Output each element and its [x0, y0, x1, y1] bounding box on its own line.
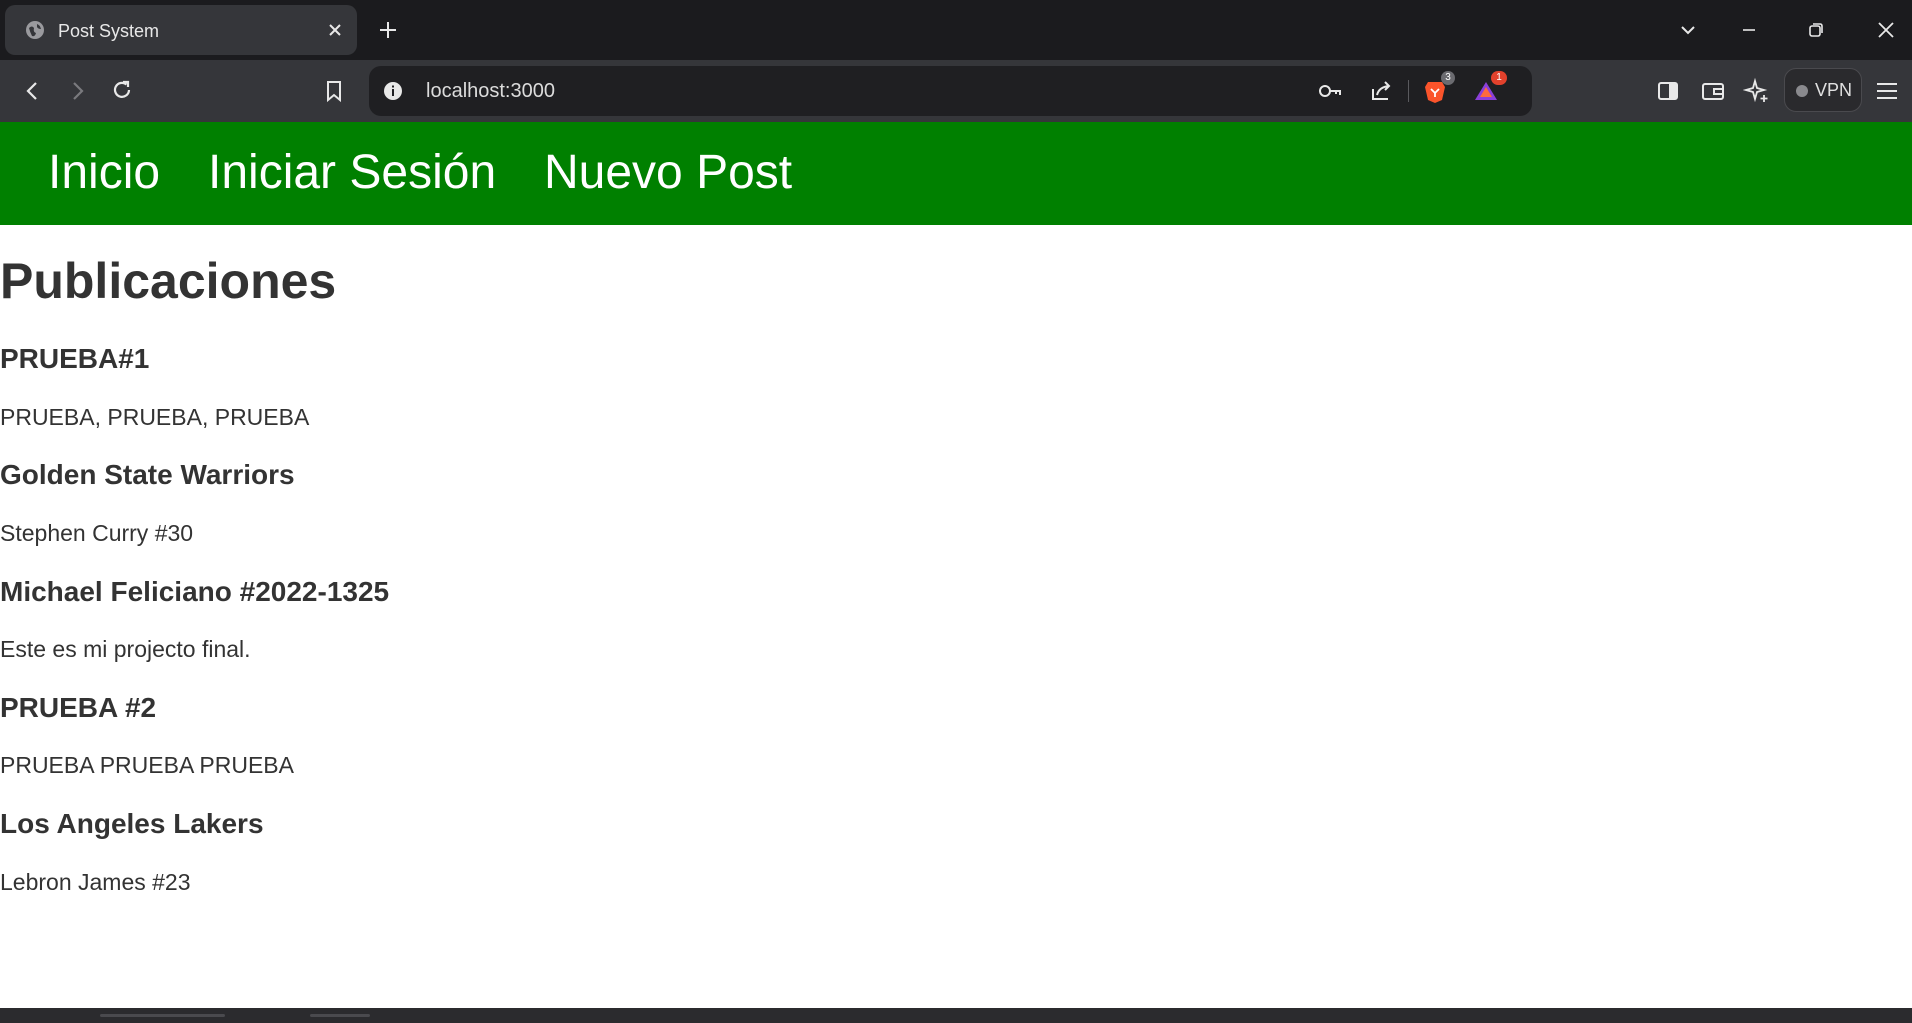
close-icon[interactable] — [325, 20, 345, 40]
post-title: PRUEBA #2 — [0, 692, 157, 723]
browser-toolbar: localhost:3000 3 1 VPN — [0, 60, 1912, 122]
vpn-label: VPN — [1815, 80, 1853, 100]
sidebar-icon[interactable] — [1654, 77, 1682, 105]
vpn-status-dot — [1796, 85, 1808, 97]
minimize-icon[interactable] — [1737, 18, 1761, 42]
close-window-icon[interactable] — [1874, 18, 1898, 42]
post-body: Stephen Curry #30 — [0, 520, 194, 546]
post-title: Golden State Warriors — [0, 459, 295, 490]
plus-icon[interactable] — [376, 18, 400, 42]
reload-icon[interactable] — [108, 76, 136, 104]
post-body: Este es mi projecto final. — [0, 636, 251, 662]
url-text[interactable]: localhost:3000 — [426, 66, 555, 116]
info-icon[interactable] — [381, 79, 405, 103]
back-arrow-icon[interactable] — [19, 77, 47, 105]
bookmark-icon[interactable] — [320, 77, 348, 105]
hamburger-menu-icon[interactable] — [1873, 77, 1901, 105]
page-title: Publicaciones — [0, 253, 337, 309]
site-navbar: Inicio Iniciar Sesión Nuevo Post — [0, 122, 1912, 225]
key-icon[interactable] — [1316, 77, 1344, 105]
post-title: PRUEBA#1 — [0, 343, 150, 374]
globe-icon — [25, 20, 45, 40]
taskbar-edge-item — [100, 1014, 225, 1017]
wallet-icon[interactable] — [1699, 77, 1727, 105]
tab-post-system[interactable]: Post System — [5, 5, 357, 55]
tab-title: Post System — [58, 21, 160, 41]
post-title: Michael Feliciano #2022-1325 — [0, 576, 390, 607]
bottom-strip — [0, 1008, 1912, 1023]
forward-arrow-icon[interactable] — [63, 77, 91, 105]
address-bar[interactable]: localhost:3000 3 1 — [369, 66, 1532, 116]
vpn-button[interactable]: VPN — [1784, 68, 1862, 112]
share-icon[interactable] — [1367, 77, 1395, 105]
nav-link-iniciar-sesion[interactable]: Iniciar Sesión — [208, 122, 496, 224]
leo-sparkle-icon[interactable] — [1742, 77, 1771, 105]
toolbar-separator — [1408, 80, 1409, 102]
post-body: Lebron James #23 — [0, 869, 191, 895]
post-body: PRUEBA, PRUEBA, PRUEBA — [0, 404, 310, 430]
taskbar-edge-item — [310, 1014, 370, 1017]
post-title: Los Angeles Lakers — [0, 808, 264, 839]
nav-link-nuevo-post[interactable]: Nuevo Post — [544, 122, 792, 224]
rewards-count-badge: 1 — [1491, 71, 1507, 85]
shields-count-badge: 3 — [1441, 71, 1455, 85]
chevron-down-icon[interactable] — [1676, 18, 1700, 42]
nav-link-inicio[interactable]: Inicio — [48, 122, 160, 224]
post-body: PRUEBA PRUEBA PRUEBA — [0, 752, 294, 778]
restore-icon[interactable] — [1804, 18, 1828, 42]
browser-tab-strip: Post System — [0, 0, 1912, 60]
